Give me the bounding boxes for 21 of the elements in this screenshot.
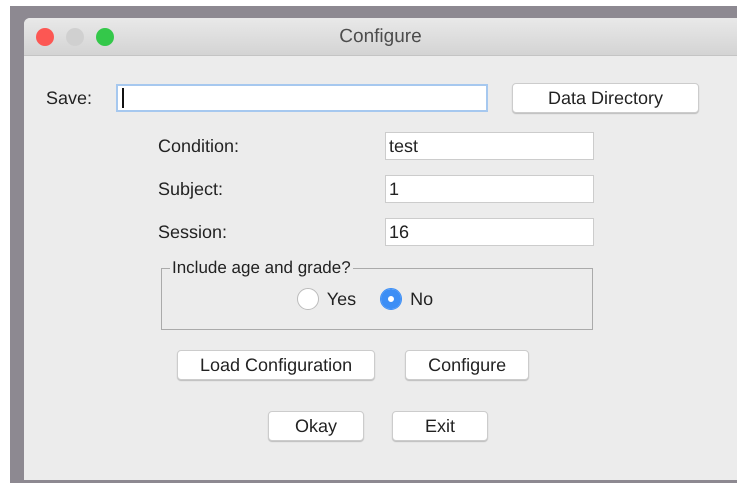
field-label: Session: [158,222,228,242]
radio-label: Yes [326,288,356,310]
group-legend: Include age and grade? [170,258,353,278]
data-directory-button[interactable]: Data Directory [512,83,699,113]
input-field[interactable]: test [385,132,594,160]
field-label: Condition: [158,136,240,156]
input-field[interactable]: 1 [385,175,594,203]
dialog-button[interactable]: Load Configuration [177,350,376,380]
input-field[interactable]: 16 [385,218,594,246]
save-field[interactable] [116,84,488,112]
window-title: Configure [339,26,422,48]
radio-button[interactable] [296,288,319,310]
zoom-button[interactable] [96,28,114,46]
dialog-button[interactable]: Exit [392,411,488,441]
save-label: Save: [46,88,94,108]
dialog-button[interactable]: Okay [268,411,364,441]
radio-button[interactable] [380,288,402,310]
field-label: Subject: [158,178,224,200]
dialog-button[interactable]: Configure [405,350,530,380]
close-button[interactable] [36,28,54,46]
radio-label: No [410,288,434,310]
